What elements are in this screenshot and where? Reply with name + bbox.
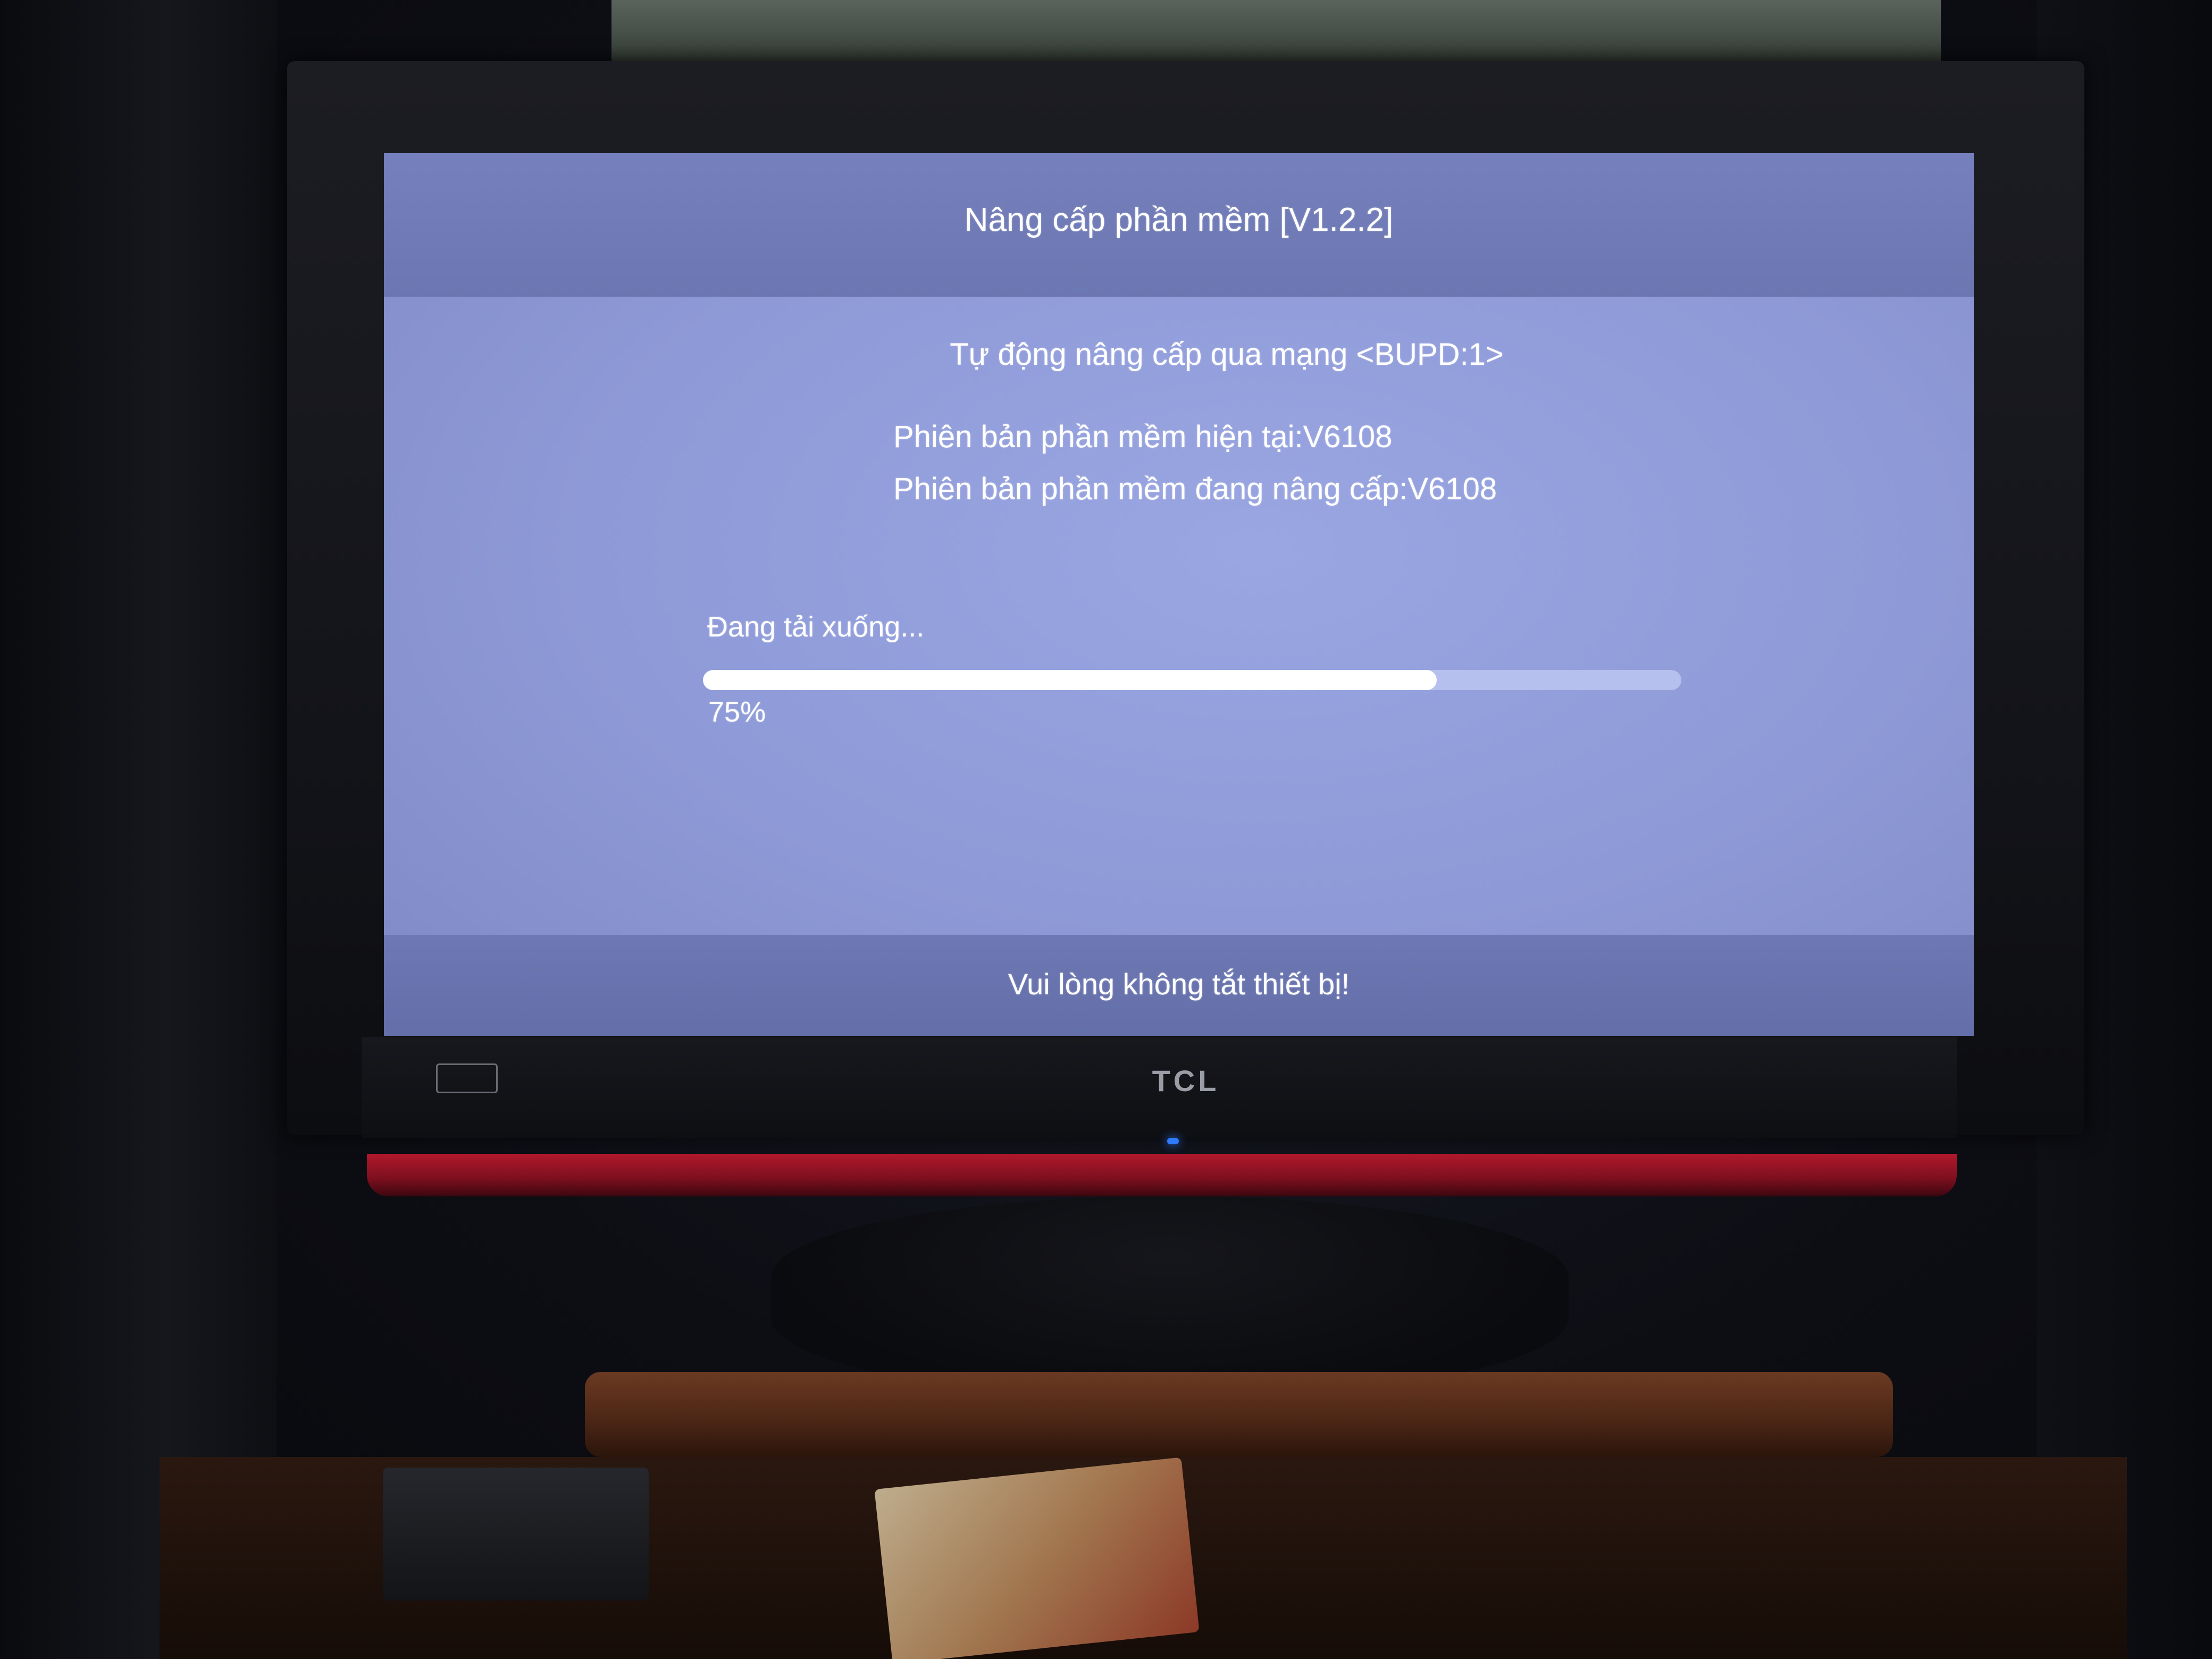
progress-bar [703, 670, 1681, 690]
progress-bar-fill [703, 670, 1437, 690]
tv-screen: Nâng cấp phần mềm [V1.2.2] Tự động nâng … [384, 153, 1974, 1036]
left-cabinet [0, 0, 276, 1659]
dialog-title: Nâng cấp phần mềm [V1.2.2] [964, 202, 1394, 238]
tv-red-band [367, 1154, 1957, 1196]
boxes-on-shelf [874, 1457, 1200, 1659]
power-led-icon [1167, 1138, 1179, 1144]
upgrade-version-label: Phiên bản phần mềm đang nâng cấp:V6108 [893, 472, 1497, 506]
tv-stand [771, 1196, 1569, 1398]
table-top [585, 1372, 1893, 1457]
upgrade-mode-label: Tự động nâng cấp qua mạng <BUPD:1> [950, 337, 1504, 372]
photo-scene: TCL Nâng cấp phần mềm [V1.2.2] Tự động n… [0, 0, 2212, 1659]
srs-badge-icon [436, 1063, 498, 1093]
set-top-box [383, 1468, 649, 1601]
download-status: Đang tải xuống... [707, 611, 925, 643]
progress-percent: 75% [708, 696, 766, 728]
footer-warning: Vui lòng không tắt thiết bị! [1008, 967, 1350, 1001]
current-version-label: Phiên bản phần mềm hiện tại:V6108 [893, 420, 1393, 454]
tv-brand-logo: TCL [1152, 1064, 1220, 1097]
